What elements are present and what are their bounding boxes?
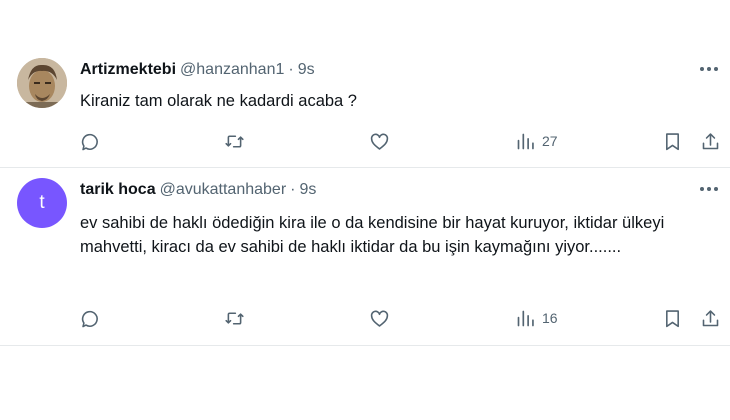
reply-button[interactable]	[79, 129, 100, 153]
share-icon	[702, 309, 719, 326]
separator: ·	[290, 181, 296, 198]
views-button[interactable]: 27	[515, 129, 558, 153]
tweet-actions: 27	[0, 129, 730, 153]
display-name[interactable]: tarik hoca	[80, 181, 156, 198]
user-handle[interactable]: @avukattanhaber	[160, 181, 287, 198]
share-icon	[702, 132, 719, 149]
retweet-icon	[225, 311, 244, 325]
avatar-letter: t	[39, 192, 45, 213]
timestamp[interactable]: 9s	[299, 181, 316, 198]
views-count: 27	[542, 133, 558, 149]
views-icon	[517, 133, 534, 149]
reply-icon	[81, 310, 98, 327]
share-button[interactable]	[700, 129, 721, 153]
user-handle[interactable]: @hanzanhan1	[180, 61, 284, 78]
bookmark-button[interactable]	[662, 129, 683, 153]
tweet[interactable]: t tarik hoca @avukattanhaber · 9s ev sahibi…	[0, 168, 730, 346]
like-icon	[370, 310, 389, 327]
retweet-button[interactable]	[224, 129, 245, 153]
bookmark-icon	[666, 309, 679, 327]
tweet-header: tarik hoca @avukattanhaber · 9s	[80, 181, 316, 199]
retweet-button[interactable]	[224, 306, 245, 330]
like-button[interactable]	[369, 306, 390, 330]
share-button[interactable]	[700, 306, 721, 330]
like-icon	[370, 133, 389, 150]
views-button[interactable]: 16	[515, 306, 558, 330]
timestamp[interactable]: 9s	[298, 61, 315, 78]
avatar[interactable]	[17, 58, 67, 108]
like-button[interactable]	[369, 129, 390, 153]
more-icon[interactable]	[698, 180, 720, 198]
reply-icon	[81, 133, 98, 150]
tweet-header: Artizmektebi @hanzanhan1 · 9s	[80, 61, 315, 79]
retweet-icon	[225, 134, 244, 148]
tweet-text: ev sahibi de haklı ödediğin kira ile o d…	[80, 214, 665, 256]
display-name[interactable]: Artizmektebi	[80, 61, 176, 78]
tweet[interactable]: Artizmektebi @hanzanhan1 · 9s Kiraniz tam o…	[0, 48, 730, 168]
separator: ·	[288, 61, 294, 78]
tweet-text: Kiraniz tam olarak ne kadardi acaba ?	[80, 92, 357, 110]
avatar[interactable]: t	[17, 178, 67, 228]
bookmark-button[interactable]	[662, 306, 683, 330]
reply-button[interactable]	[79, 306, 100, 330]
tweet-actions: 16	[0, 306, 730, 330]
more-icon[interactable]	[698, 60, 720, 78]
views-icon	[517, 310, 534, 326]
views-count: 16	[542, 310, 558, 326]
bookmark-icon	[666, 132, 679, 150]
